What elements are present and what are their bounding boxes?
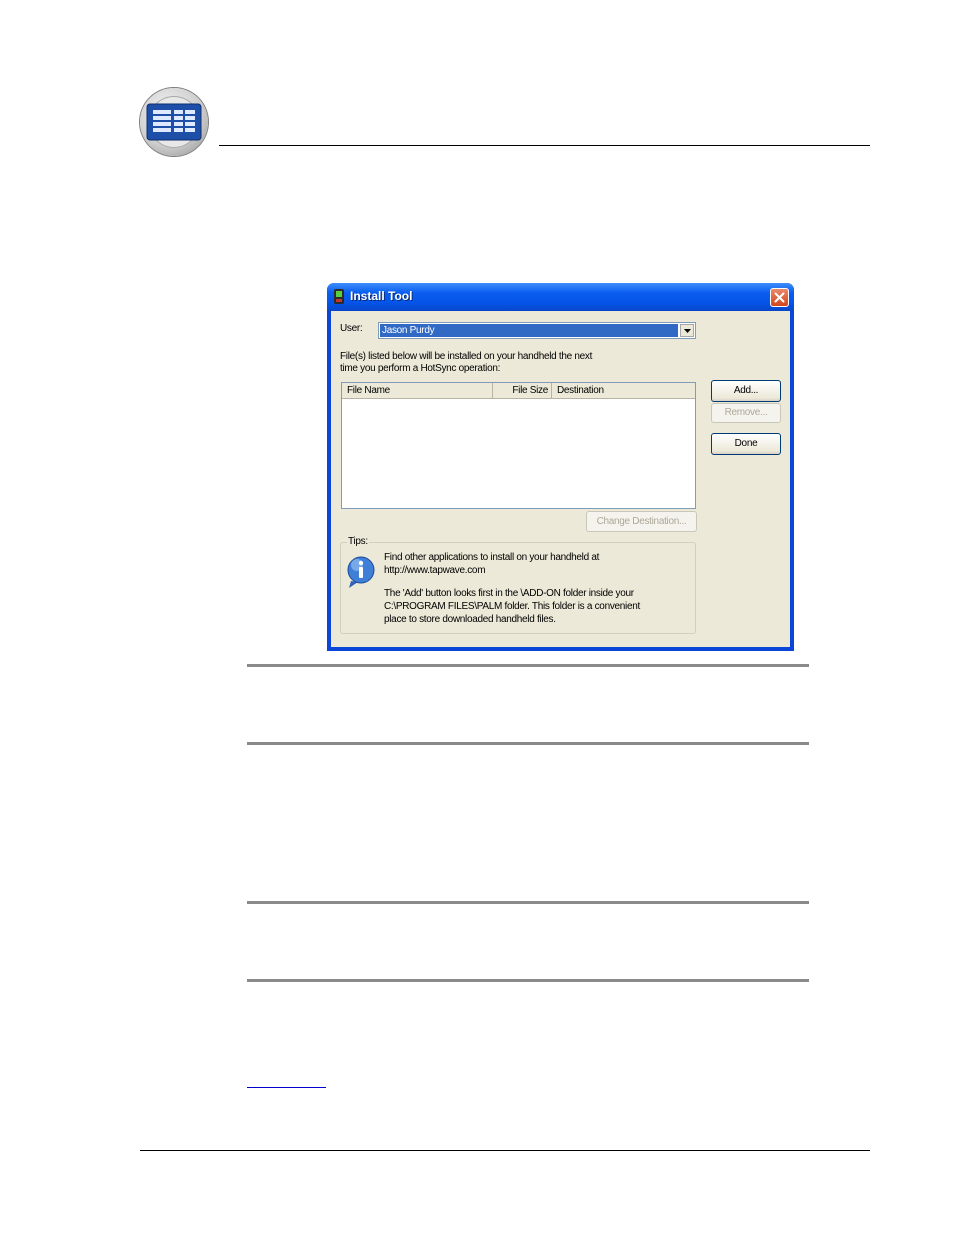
header-rule — [219, 145, 870, 146]
tips-line5: place to store downloaded handheld files… — [384, 614, 556, 625]
column-file-name[interactable]: File Name — [342, 383, 493, 398]
done-button[interactable]: Done — [711, 433, 781, 455]
dropdown-arrow-icon — [684, 329, 691, 333]
change-destination-button[interactable]: Change Destination... — [586, 511, 697, 532]
user-value: Jason Purdy — [380, 324, 678, 337]
tips-label: Tips: — [347, 536, 369, 547]
column-file-size[interactable]: File Size — [493, 383, 552, 398]
dialog-title: Install Tool — [350, 289, 413, 303]
footer-rule — [140, 1150, 870, 1151]
remove-button[interactable]: Remove... — [711, 403, 781, 423]
book-toc-icon[interactable] — [140, 88, 208, 156]
title-bar[interactable]: Install Tool — [327, 283, 794, 311]
install-info-line2: time you perform a HotSync operation: — [340, 363, 501, 374]
install-info-line1: File(s) listed below will be installed o… — [340, 351, 593, 362]
dialog-client-area: User: Jason Purdy File(s) listed below w… — [331, 311, 790, 647]
user-dropdown[interactable]: Jason Purdy — [378, 322, 696, 339]
app-icon — [334, 289, 344, 304]
tips-line1: Find other applications to install on yo… — [384, 552, 600, 563]
close-icon — [774, 292, 785, 303]
close-button[interactable] — [770, 288, 789, 307]
user-label: User: — [340, 323, 363, 334]
tips-line2: http://www.tapwave.com — [384, 565, 486, 576]
cross-reference-link[interactable] — [247, 1087, 326, 1088]
list-header: File Name File Size Destination — [342, 383, 695, 399]
column-destination[interactable]: Destination — [552, 383, 695, 398]
info-icon — [347, 556, 375, 588]
note-rule-bottom-2 — [247, 979, 809, 982]
note-rule-bottom-1 — [247, 742, 809, 745]
add-button[interactable]: Add... — [711, 380, 781, 402]
install-tool-dialog: Install Tool User: Jason Purdy File(s) l… — [327, 283, 794, 651]
tips-line4: C:\PROGRAM FILES\PALM folder. This folde… — [384, 601, 640, 612]
note-rule-top-1 — [247, 664, 809, 667]
tips-group: Tips: Find other applications to install… — [340, 536, 696, 634]
dropdown-button[interactable] — [680, 324, 694, 337]
note-rule-top-2 — [247, 901, 809, 904]
file-list[interactable]: File Name File Size Destination — [341, 382, 696, 509]
tips-line3: The 'Add' button looks first in the \ADD… — [384, 588, 634, 599]
